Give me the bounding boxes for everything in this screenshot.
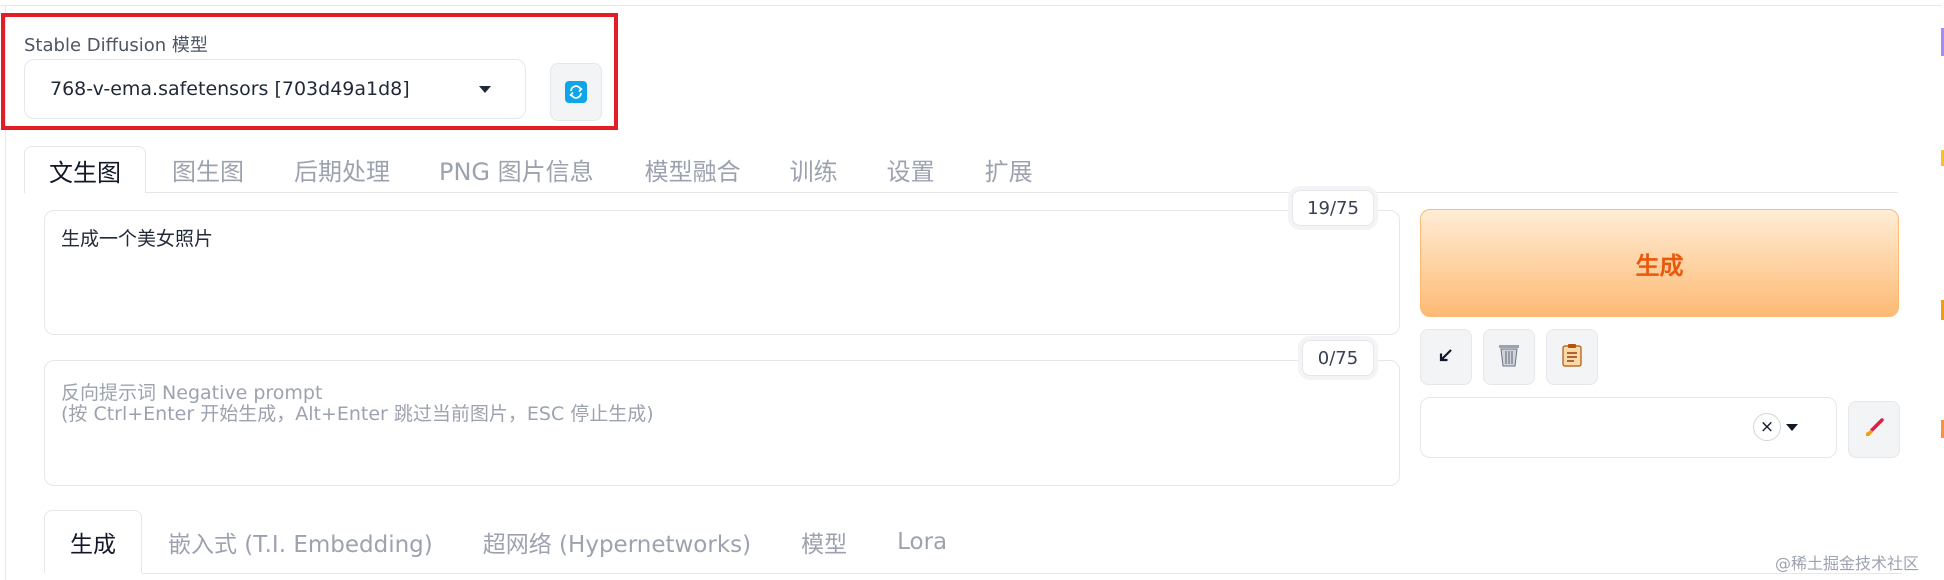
tab-png-info[interactable]: PNG 图片信息 [439, 146, 594, 193]
paint-brush-icon [1863, 417, 1885, 443]
refresh-icon [565, 81, 587, 103]
tabs-divider [146, 192, 1898, 193]
tab-train[interactable]: 训练 [790, 146, 838, 193]
generate-button[interactable]: 生成 [1420, 209, 1899, 317]
prompt-text: 生成一个美女照片 [61, 228, 214, 250]
chevron-down-icon [479, 85, 491, 93]
negative-prompt-token-counter: 0/75 [1302, 340, 1374, 376]
tab-extensions[interactable]: 扩展 [985, 146, 1033, 193]
model-select-value: 768-v-ema.safetensors [703d49a1d8] [50, 78, 410, 100]
negative-prompt-textarea[interactable]: 反向提示词 Negative prompt (按 Ctrl+Enter 开始生成… [44, 360, 1400, 486]
negative-prompt-placeholder-line2: (按 Ctrl+Enter 开始生成，Alt+Enter 跳过当前图片，ESC … [61, 403, 654, 425]
main-tabs: 文生图 图生图 后期处理 PNG 图片信息 模型融合 训练 设置 扩展 [24, 146, 1033, 193]
apply-styles-button[interactable] [1546, 329, 1598, 385]
chevron-down-icon[interactable] [1786, 424, 1798, 431]
negative-prompt-placeholder-line1: 反向提示词 Negative prompt [61, 382, 323, 404]
tab-settings[interactable]: 设置 [887, 146, 935, 193]
tab-img2img[interactable]: 图生图 [172, 146, 244, 193]
clipboard-icon [1561, 343, 1583, 371]
prompt-textarea[interactable]: 生成一个美女照片 [44, 210, 1400, 335]
tab-extras[interactable]: 后期处理 [294, 146, 390, 193]
prompt-token-counter: 19/75 [1292, 190, 1374, 226]
frame-top-border [0, 5, 1944, 6]
watermark: @稀土掘金技术社区 [1775, 554, 1920, 573]
subtab-lora[interactable]: Lora [897, 510, 947, 573]
tab-checkpoint-merger[interactable]: 模型融合 [645, 146, 741, 193]
save-style-button[interactable] [1848, 401, 1900, 458]
model-selector-label: Stable Diffusion 模型 [24, 35, 208, 56]
subtab-embedding[interactable]: 嵌入式 (T.I. Embedding) [168, 510, 433, 573]
sub-tabs: 生成 嵌入式 (T.I. Embedding) 超网络 (Hypernetwor… [44, 510, 947, 573]
subtab-hypernetworks[interactable]: 超网络 (Hypernetworks) [483, 510, 751, 573]
frame-left-border [5, 5, 6, 580]
model-select-dropdown[interactable]: 768-v-ema.safetensors [703d49a1d8] [24, 59, 526, 119]
subtab-checkpoints[interactable]: 模型 [801, 510, 847, 573]
clear-styles-icon[interactable]: × [1753, 413, 1781, 441]
refresh-models-button[interactable] [550, 63, 602, 121]
tab-txt2img[interactable]: 文生图 [24, 146, 146, 193]
arrow-down-left-icon [1436, 345, 1456, 369]
read-params-button[interactable] [1420, 329, 1472, 385]
subtabs-divider [142, 573, 1902, 574]
trash-icon [1497, 342, 1521, 372]
subtab-generation[interactable]: 生成 [44, 510, 142, 573]
clear-prompt-button[interactable] [1483, 329, 1535, 385]
